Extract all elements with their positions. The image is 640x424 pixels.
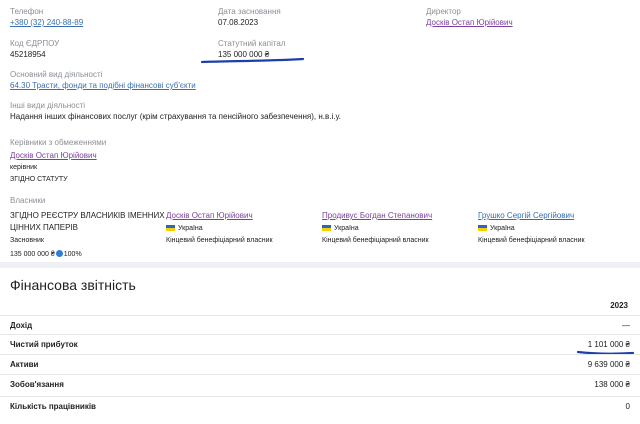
beneficiary-role: Кінцевий бенефіціарний власник xyxy=(166,237,273,244)
capital-highlight-stroke xyxy=(200,56,306,66)
registry-owner-line1: ЗГІДНО РЕЄСТРУ ВЛАСНИКІВ ІМЕННИХ xyxy=(10,211,165,220)
row-label: Чистий прибуток xyxy=(10,340,78,349)
edrpou-label: Код ЄДРПОУ xyxy=(10,39,60,48)
other-activity-value: Надання інших фінансових послуг (крім ст… xyxy=(10,112,341,121)
main-activity-label: Основний вид діяльності xyxy=(10,70,103,79)
row-label: Активи xyxy=(10,360,39,369)
beneficiary-country: Україна xyxy=(166,225,203,232)
registry-owner-share: 135 000 000 ₴ 100% xyxy=(10,250,82,258)
beneficiary-country: Україна xyxy=(478,225,515,232)
beneficiary-role: Кінцевий бенефіціарний власник xyxy=(322,237,429,244)
registry-owner-line2: ЦІННИХ ПАПЕРІВ xyxy=(10,223,78,232)
row-value: 138 000 ₴ xyxy=(594,380,630,389)
row-value: 0 xyxy=(625,402,630,411)
registration-label: Дата засновання xyxy=(218,7,281,16)
table-row: Зобов'язання 138 000 ₴ xyxy=(0,374,640,393)
edrpou-value: 45218954 xyxy=(10,50,46,59)
share-pie-icon xyxy=(55,250,63,257)
beneficiary-country: Україна xyxy=(322,225,359,232)
main-activity-link[interactable]: 64.30 Трасти, фонди та подібні фінансові… xyxy=(10,81,196,90)
registration-value: 07.08.2023 xyxy=(218,18,259,27)
table-row: Дохід — xyxy=(0,315,640,334)
registry-owner-amount: 135 000 000 ₴ xyxy=(10,251,55,258)
financial-report-title: Фінансова звітність xyxy=(10,277,136,293)
row-label: Зобов'язання xyxy=(10,380,64,389)
beneficiary-role: Кінцевий бенефіціарний власник xyxy=(478,237,585,244)
capital-label: Статутний капітал xyxy=(218,39,286,48)
table-row: Активи 9 639 000 ₴ xyxy=(0,354,640,373)
other-activity-label: Інші види діяльності xyxy=(10,101,86,110)
registry-owner-role: Засновник xyxy=(10,237,44,244)
row-value: — xyxy=(622,321,630,330)
phone-link[interactable]: +380 (32) 240-88-89 xyxy=(10,18,83,27)
row-label: Кількість працівників xyxy=(10,402,96,411)
beneficiary-name-link[interactable]: Грушко Сергій Сергійович xyxy=(478,211,574,220)
year-column-header: 2023 xyxy=(610,301,628,310)
table-row: Кількість працівників 0 xyxy=(0,396,640,415)
manager-role: керівник xyxy=(10,164,38,171)
ukraine-flag-icon xyxy=(478,225,487,231)
beneficiary-name-link[interactable]: Досків Остап Юрійович xyxy=(166,211,253,220)
company-info-card: Телефон +380 (32) 240-88-89 Дата заснова… xyxy=(0,0,640,262)
manager-name-link[interactable]: Досків Остап Юрійович xyxy=(10,151,97,160)
phone-label: Телефон xyxy=(10,7,44,16)
director-label: Директор xyxy=(426,7,461,16)
ukraine-flag-icon xyxy=(166,225,175,231)
director-link[interactable]: Досків Остап Юрійович xyxy=(426,18,513,27)
financial-report-card: Фінансова звітність 2023 Дохід — Чистий … xyxy=(0,268,640,424)
table-row: Чистий прибуток 1 101 000 ₴ xyxy=(0,334,640,353)
manager-basis: ЗГІДНО СТАТУТУ xyxy=(10,176,68,183)
row-value: 9 639 000 ₴ xyxy=(587,360,630,369)
ukraine-flag-icon xyxy=(322,225,331,231)
owners-label: Власники xyxy=(10,196,46,205)
beneficiary-name-link[interactable]: Продивус Богдан Степанович xyxy=(322,211,432,220)
managers-label: Керівники з обмеженнями xyxy=(10,138,107,147)
row-label: Дохід xyxy=(10,321,33,330)
registry-owner-percent: 100% xyxy=(63,251,82,258)
